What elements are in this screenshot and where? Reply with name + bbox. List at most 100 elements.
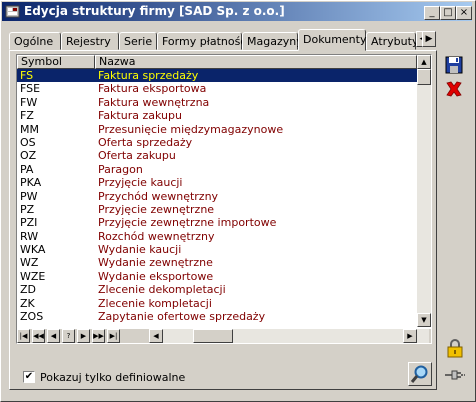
cell-symbol: OZ <box>20 149 37 163</box>
horizontal-scroll-thumb[interactable] <box>193 329 233 343</box>
cell-nazwa: Oferta sprzedaży <box>98 135 193 149</box>
cell-nazwa: Przyjęcie zewnętrzne importowe <box>98 216 277 230</box>
cell-symbol: PA <box>20 162 34 176</box>
column-header-symbol[interactable]: Symbol <box>17 55 95 69</box>
horizontal-scrollbar[interactable] <box>163 329 429 343</box>
table-row[interactable]: WKA Wydanie kaucji <box>17 243 417 256</box>
cell-nazwa: Faktura sprzedaży <box>98 69 199 82</box>
plug-icon <box>445 370 465 380</box>
nav-first-button[interactable]: |◀ <box>17 329 30 343</box>
cell-nazwa: Zlecenie kompletacji <box>98 296 212 310</box>
cell-nazwa: Rozchód wewnętrzny <box>98 229 215 243</box>
table-row[interactable]: RW Rozchód wewnętrzny <box>17 230 417 243</box>
app-icon <box>5 5 20 18</box>
cell-symbol: WKA <box>20 243 46 257</box>
grid-rows: FS Faktura sprzedaży FSE Faktura eksportowa… <box>17 69 417 323</box>
cell-symbol: OS <box>20 135 36 149</box>
cell-symbol: MM <box>20 122 39 136</box>
table-row[interactable]: OZ Oferta zakupu <box>17 149 417 162</box>
cell-symbol: FSE <box>20 82 41 96</box>
cell-symbol: FS <box>20 69 34 82</box>
cancel-button[interactable] <box>443 78 465 100</box>
cell-nazwa: Zlecenie dekompletacji <box>98 283 226 297</box>
show-definable-checkbox[interactable]: ✔ <box>23 371 35 383</box>
tab-rejestry[interactable]: Rejestry <box>61 32 119 50</box>
save-button[interactable] <box>443 54 465 76</box>
table-row[interactable]: PKA Przyjęcie kaucji <box>17 176 417 189</box>
cell-symbol: FZ <box>20 109 34 123</box>
cell-symbol: RW <box>20 229 39 243</box>
show-definable-label[interactable]: Pokazuj tylko definiowalne <box>40 371 185 384</box>
tab-serie[interactable]: Serie <box>119 32 157 50</box>
grid-header: Symbol Nazwa <box>17 55 417 69</box>
cell-symbol: FW <box>20 95 38 109</box>
nav-last-button[interactable]: ▶| <box>107 329 120 343</box>
vertical-scrollbar[interactable]: ▲ ▼ <box>417 55 431 327</box>
scroll-down-button[interactable]: ▼ <box>417 313 431 327</box>
cell-nazwa: Zapytanie ofertowe sprzedaży <box>98 310 266 324</box>
title-bar[interactable]: Edycja struktury firmy [SAD Sp. z o.o.] … <box>2 2 472 21</box>
table-row[interactable]: FW Faktura wewnętrzna <box>17 96 417 109</box>
cell-symbol: PKA <box>20 176 42 190</box>
table-row[interactable]: PA Paragon <box>17 163 417 176</box>
cell-symbol: ZD <box>20 283 37 297</box>
nav-next-button[interactable]: ▶ <box>77 329 90 343</box>
table-row[interactable]: FZ Faktura zakupu <box>17 109 417 122</box>
cell-nazwa: Faktura zakupu <box>98 109 182 123</box>
magnifier-icon <box>410 365 428 383</box>
nav-next-page-button[interactable]: ▶▶ <box>92 329 105 343</box>
tab-dokumenty[interactable]: Dokumenty <box>298 29 366 51</box>
table-row[interactable]: WZ Wydanie zewnętrzne <box>17 256 417 269</box>
nav-prev-page-button[interactable]: ◀◀ <box>32 329 45 343</box>
padlock-icon <box>447 339 463 358</box>
cell-nazwa: Przesunięcie międzymagazynowe <box>98 122 284 136</box>
search-button[interactable] <box>408 362 432 386</box>
documents-grid[interactable]: Symbol Nazwa FS Faktura sprzedaży FSE Faktu… <box>16 54 432 344</box>
table-row[interactable]: PW Przychód wewnętrzny <box>17 190 417 203</box>
red-x-icon <box>446 81 462 97</box>
table-row[interactable]: PZ Przyjęcie zewnętrzne <box>17 203 417 216</box>
cell-symbol: PZI <box>20 216 38 230</box>
cell-nazwa: Przyjęcie kaucji <box>98 176 183 190</box>
cell-symbol: ZK <box>20 296 35 310</box>
table-row[interactable]: OS Oferta sprzedaży <box>17 136 417 149</box>
column-header-nazwa[interactable]: Nazwa <box>95 55 417 69</box>
cell-symbol: WZ <box>20 256 39 270</box>
record-navigator: |◀ ◀◀ ◀ ? ▶ ▶▶ ▶| ◀ ▶ <box>17 329 431 343</box>
cell-nazwa: Paragon <box>98 162 143 176</box>
cell-symbol: ZOS <box>20 310 44 324</box>
cell-nazwa: Przyjęcie zewnętrzne <box>98 202 215 216</box>
table-row[interactable]: FS Faktura sprzedaży <box>17 69 417 83</box>
lock-button[interactable] <box>444 337 466 359</box>
tab-ogolne[interactable]: Ogólne <box>9 32 61 50</box>
vertical-scroll-thumb[interactable] <box>417 69 431 85</box>
scroll-up-button[interactable]: ▲ <box>417 55 431 69</box>
tab-formy-platnosci[interactable]: Formy płatności <box>157 32 249 50</box>
cell-symbol: PW <box>20 189 38 203</box>
table-row[interactable]: WZE Wydanie eksportowe <box>17 270 417 283</box>
cell-nazwa: Faktura eksportowa <box>98 82 207 96</box>
close-button[interactable]: × <box>456 6 472 20</box>
maximize-button[interactable]: □ <box>440 6 456 20</box>
cell-nazwa: Faktura wewnętrzna <box>98 95 210 109</box>
table-row[interactable]: MM Przesunięcie międzymagazynowe <box>17 123 417 136</box>
table-row[interactable]: ZOS Zapytanie ofertowe sprzedaży <box>17 310 417 323</box>
tab-scroll-right-button[interactable]: ▶ <box>422 31 436 47</box>
tab-strip: Ogólne Rejestry Serie Formy płatności Ma… <box>9 29 435 51</box>
table-row[interactable]: FSE Faktura eksportowa <box>17 82 417 95</box>
table-row[interactable]: ZK Zlecenie kompletacji <box>17 297 417 310</box>
scroll-left-button[interactable]: ◀ <box>149 329 163 343</box>
tab-magazyny[interactable]: Magazyny <box>242 32 303 50</box>
nav-prev-button[interactable]: ◀ <box>47 329 60 343</box>
tab-atrybuty[interactable]: Atrybuty <box>366 32 418 50</box>
connection-button[interactable] <box>444 363 466 385</box>
cell-symbol: WZE <box>20 269 46 283</box>
cell-nazwa: Przychód wewnętrzny <box>98 189 219 203</box>
cell-symbol: PZ <box>20 202 35 216</box>
cell-nazwa: Wydanie zewnętrzne <box>98 256 213 270</box>
nav-search-button[interactable]: ? <box>62 329 75 343</box>
table-row[interactable]: ZD Zlecenie dekompletacji <box>17 283 417 296</box>
scroll-right-button[interactable]: ▶ <box>403 329 417 343</box>
table-row[interactable]: PZI Przyjęcie zewnętrzne importowe <box>17 216 417 229</box>
minimize-button[interactable]: _ <box>424 6 440 20</box>
